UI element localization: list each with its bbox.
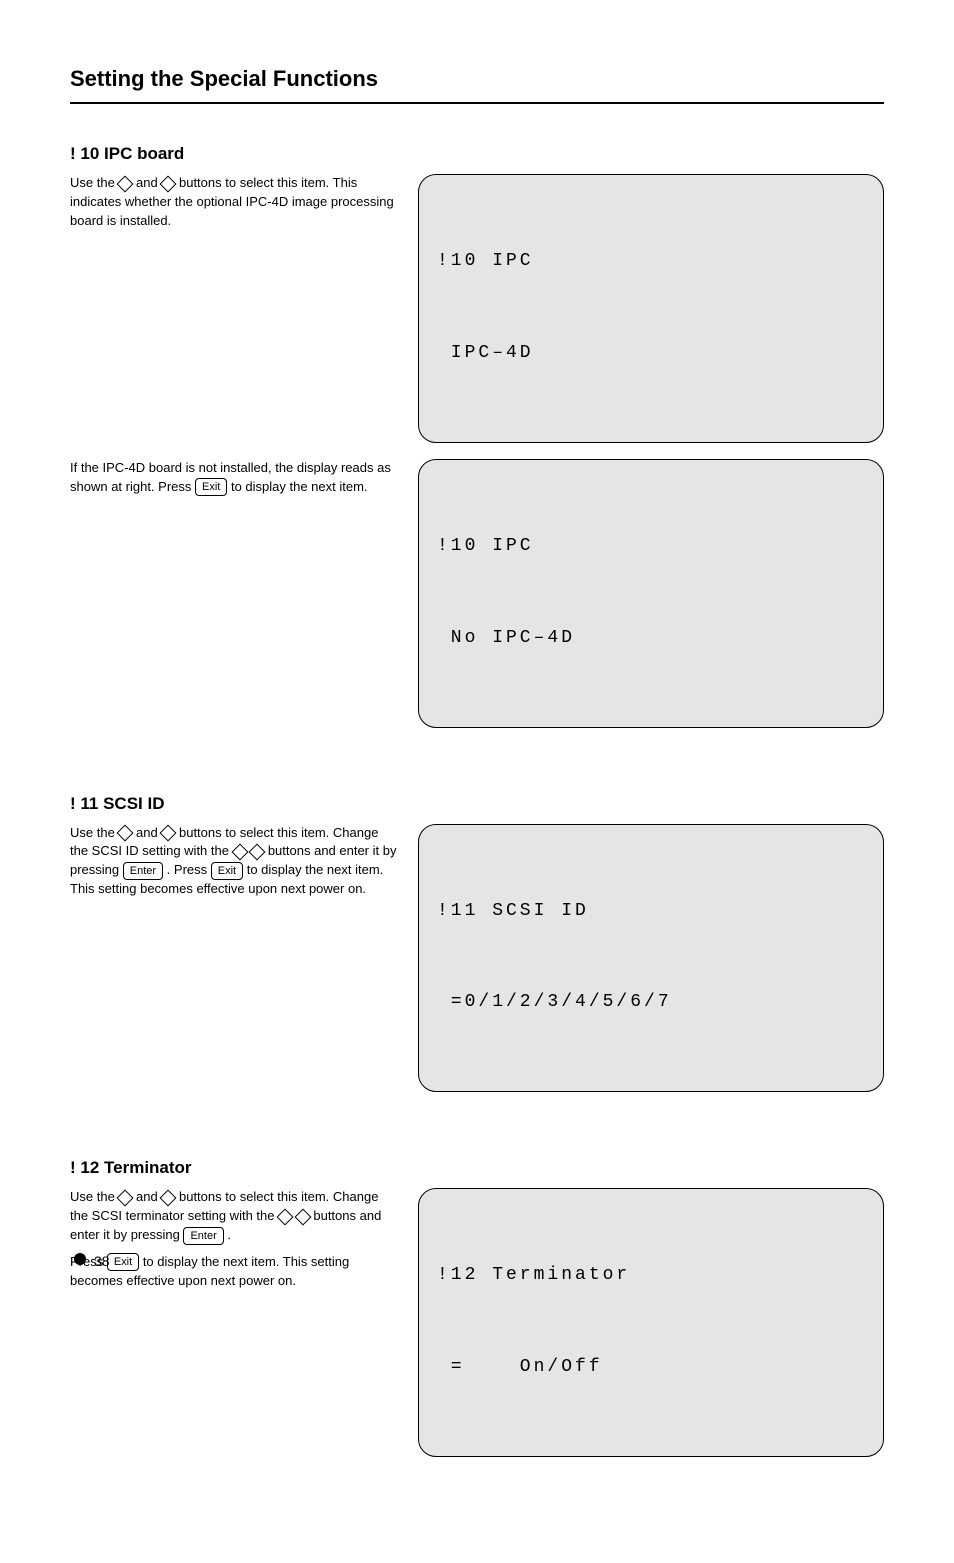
text: and <box>136 175 161 190</box>
diamond-right-icon <box>294 1208 311 1225</box>
diamond-left-icon <box>117 175 134 192</box>
page-number: 38 <box>94 1253 110 1269</box>
lcd-ipc-2: !10 IPC No IPC–4D <box>418 459 884 728</box>
text: to display the next item. <box>231 479 368 494</box>
exit-key: Exit <box>107 1253 139 1271</box>
text: and <box>136 1189 161 1204</box>
text: Use the <box>70 175 118 190</box>
diamond-left-icon <box>117 825 134 842</box>
text: Use the <box>70 825 118 840</box>
exit-key: Exit <box>195 478 227 496</box>
lcd-line: !10 IPC <box>437 246 865 277</box>
lcd-ipc-1: !10 IPC IPC–4D <box>418 174 884 443</box>
title-rule <box>70 102 884 104</box>
item-terminator: ! 12 Terminator Use the and buttons to s… <box>70 1158 884 1473</box>
scsi-para: Use the and buttons to select this item.… <box>70 824 400 899</box>
lcd-line: !10 IPC <box>437 531 865 562</box>
ipc-para1: Use the and buttons to select this item.… <box>70 174 400 231</box>
page-title: Setting the Special Functions <box>70 66 884 92</box>
heading-scsi: ! 11 SCSI ID <box>70 794 884 814</box>
page-content: Setting the Special Functions ! 10 IPC b… <box>0 0 954 1563</box>
lcd-line: IPC–4D <box>437 338 865 369</box>
text: . Press <box>167 862 211 877</box>
heading-terminator: ! 12 Terminator <box>70 1158 884 1178</box>
item-ipc: ! 10 IPC board Use the and buttons to se… <box>70 144 884 744</box>
exit-key: Exit <box>211 862 243 880</box>
lcd-scsi: !11 SCSI ID =0/1/2/3/4/5/6/7 <box>418 824 884 1093</box>
lcd-line: = On/Off <box>437 1352 865 1383</box>
diamond-left-icon <box>231 843 248 860</box>
footer-bullet-icon <box>74 1253 86 1265</box>
ipc-para2: If the IPC-4D board is not installed, th… <box>70 459 400 497</box>
term-para1: Use the and buttons to select this item.… <box>70 1188 400 1245</box>
heading-ipc: ! 10 IPC board <box>70 144 884 164</box>
enter-key: Enter <box>183 1227 223 1245</box>
diamond-right-icon <box>160 1189 177 1206</box>
diamond-right-icon <box>160 175 177 192</box>
lcd-line: =0/1/2/3/4/5/6/7 <box>437 987 865 1018</box>
diamond-left-icon <box>117 1189 134 1206</box>
lcd-line: !12 Terminator <box>437 1260 865 1291</box>
lcd-line: No IPC–4D <box>437 623 865 654</box>
text: . <box>227 1227 231 1242</box>
lcd-line: !11 SCSI ID <box>437 896 865 927</box>
diamond-right-icon <box>249 843 266 860</box>
diamond-left-icon <box>277 1208 294 1225</box>
diamond-right-icon <box>160 825 177 842</box>
text: and <box>136 825 161 840</box>
enter-key: Enter <box>123 862 163 880</box>
text: Use the <box>70 1189 118 1204</box>
term-para2: Press Exit to display the next item. Thi… <box>70 1253 400 1291</box>
lcd-terminator: !12 Terminator = On/Off <box>418 1188 884 1457</box>
item-scsi: ! 11 SCSI ID Use the and buttons to sele… <box>70 794 884 1109</box>
